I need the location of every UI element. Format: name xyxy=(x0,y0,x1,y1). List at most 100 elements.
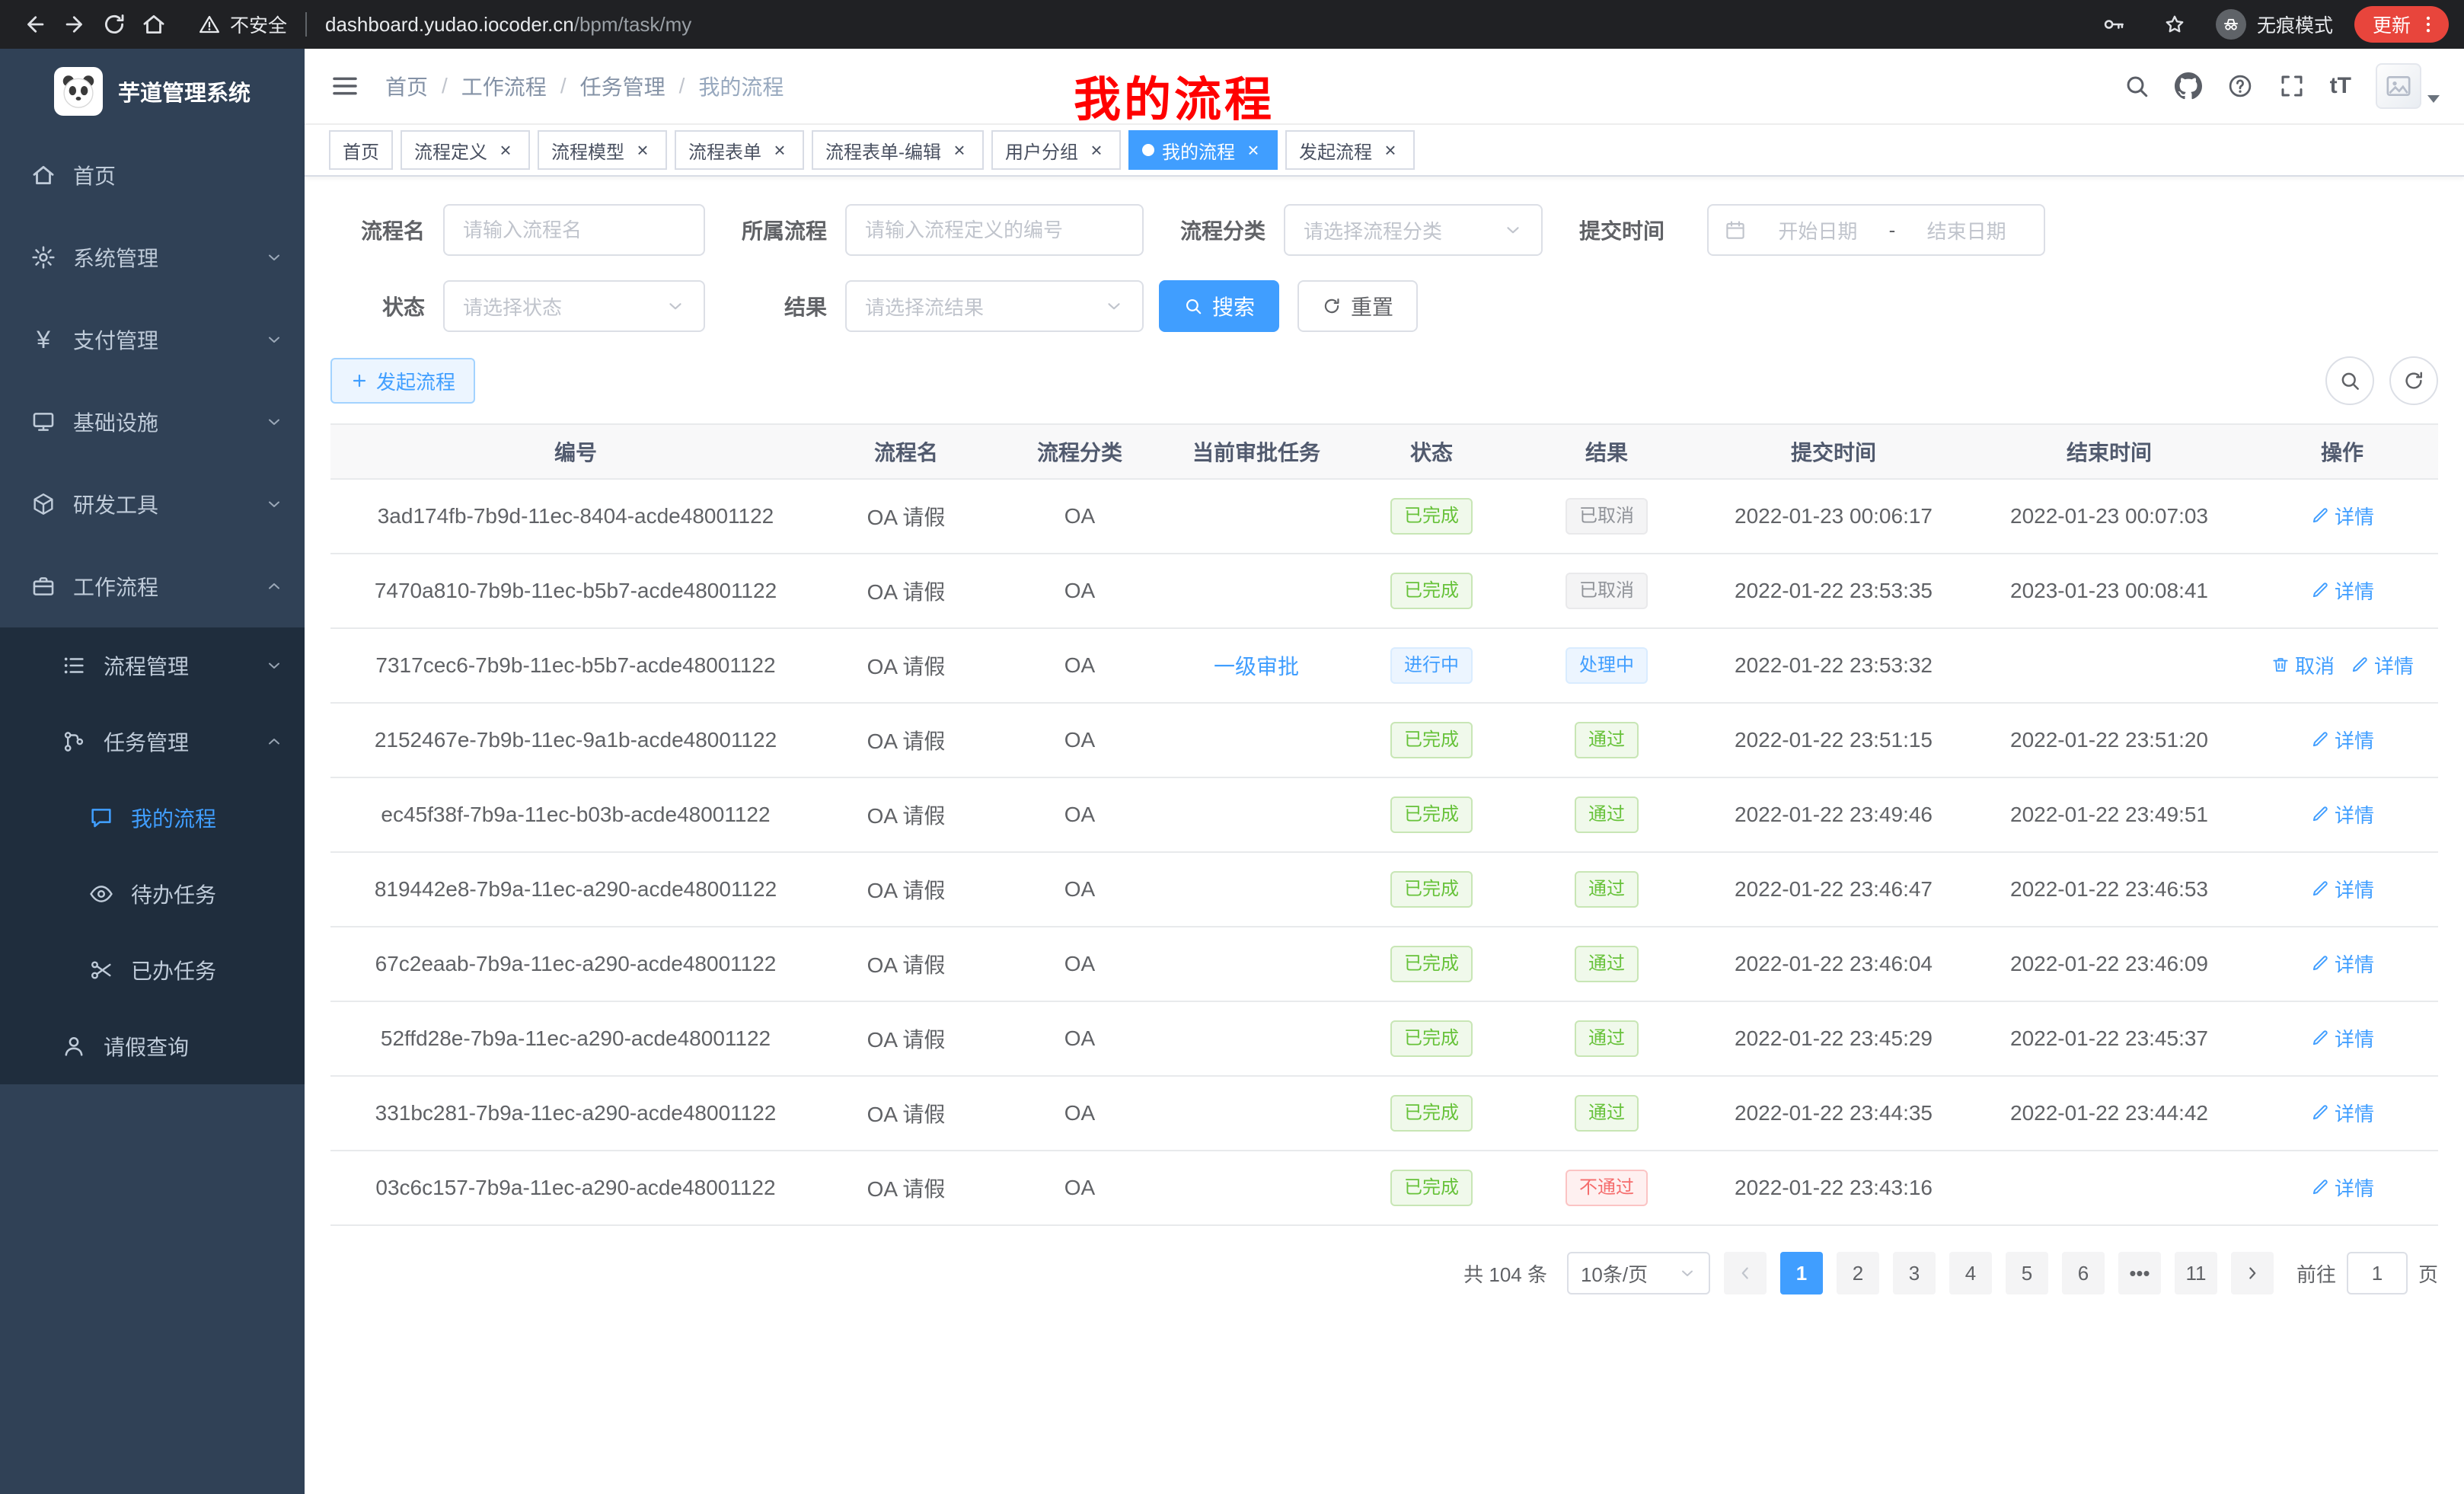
page-button-5[interactable]: 5 xyxy=(2006,1252,2048,1294)
sidebar-item-process-mgmt[interactable]: 流程管理 xyxy=(0,627,305,704)
page-button-1[interactable]: 1 xyxy=(1780,1252,1823,1294)
next-page-button[interactable] xyxy=(2231,1252,2274,1294)
font-size-icon[interactable]: tT xyxy=(2330,73,2351,99)
process-name-cell: OA 请假 xyxy=(821,1151,991,1225)
sidebar-item-devtools[interactable]: 研发工具 xyxy=(0,463,305,545)
pagination-ellipsis[interactable]: ••• xyxy=(2118,1252,2161,1294)
action-取消[interactable]: 取消 xyxy=(2271,651,2335,679)
tab-首页[interactable]: 首页 xyxy=(329,130,393,170)
sidebar-item-home[interactable]: 首页 xyxy=(0,134,305,216)
user-avatar[interactable] xyxy=(2376,63,2440,109)
action-详情[interactable]: 详情 xyxy=(2310,950,2374,978)
sidebar-item-label: 我的流程 xyxy=(131,803,216,833)
tab-流程表单-编辑[interactable]: 流程表单-编辑× xyxy=(812,130,984,170)
page-button-2[interactable]: 2 xyxy=(1837,1252,1879,1294)
process-name-cell: OA 请假 xyxy=(821,777,991,852)
address-bar[interactable]: dashboard.yudao.iocoder.cn/bpm/task/my xyxy=(325,13,691,37)
process-name-input[interactable] xyxy=(443,204,705,256)
sidebar-item-workflow[interactable]: 工作流程 xyxy=(0,545,305,627)
close-icon[interactable]: × xyxy=(495,139,516,161)
sidebar-item-system[interactable]: 系统管理 xyxy=(0,216,305,298)
action-label: 详情 xyxy=(2335,576,2374,605)
password-key-icon[interactable] xyxy=(2094,5,2134,44)
search-icon[interactable] xyxy=(2123,72,2150,100)
breadcrumb-item[interactable]: 工作流程 xyxy=(461,71,547,101)
sidebar-item-task-mgmt[interactable]: 任务管理 xyxy=(0,704,305,780)
close-icon[interactable]: × xyxy=(1086,139,1107,161)
goto-page-input[interactable] xyxy=(2347,1252,2408,1294)
submit-time-range[interactable]: 开始日期 - 结束日期 xyxy=(1707,204,2045,256)
page-button-11[interactable]: 11 xyxy=(2175,1252,2217,1294)
close-icon[interactable]: × xyxy=(1243,139,1264,161)
action-详情[interactable]: 详情 xyxy=(2310,726,2374,754)
result-badge: 通过 xyxy=(1575,946,1639,982)
hamburger-icon[interactable] xyxy=(329,70,361,102)
tab-流程表单[interactable]: 流程表单× xyxy=(675,130,804,170)
tab-发起流程[interactable]: 发起流程× xyxy=(1285,130,1415,170)
sidebar-item-todo-tasks[interactable]: 待办任务 xyxy=(0,856,305,932)
search-button[interactable]: 搜索 xyxy=(1159,280,1279,332)
submit-time-cell: 2022-01-22 23:43:16 xyxy=(1695,1151,1972,1225)
sidebar-item-leave-query[interactable]: 请假查询 xyxy=(0,1008,305,1084)
help-icon[interactable] xyxy=(2226,72,2254,100)
reload-icon[interactable] xyxy=(94,5,134,44)
forward-icon[interactable] xyxy=(55,5,94,44)
sidebar-item-my-process[interactable]: 我的流程 xyxy=(0,780,305,856)
breadcrumb-item[interactable]: 首页 xyxy=(385,71,428,101)
toggle-search-button[interactable] xyxy=(2325,356,2374,405)
page-button-4[interactable]: 4 xyxy=(1949,1252,1992,1294)
reset-button[interactable]: 重置 xyxy=(1297,280,1418,332)
action-详情[interactable]: 详情 xyxy=(2310,1024,2374,1052)
process-id-cell: 03c6c157-7b9a-11ec-a290-acde48001122 xyxy=(330,1151,821,1225)
sidebar-item-label: 流程管理 xyxy=(104,650,189,681)
action-详情[interactable]: 详情 xyxy=(2350,651,2414,679)
bookmark-star-icon[interactable] xyxy=(2155,5,2194,44)
tab-我的流程[interactable]: 我的流程× xyxy=(1128,130,1278,170)
task-link[interactable]: 一级审批 xyxy=(1214,655,1299,678)
refresh-table-button[interactable] xyxy=(2389,356,2438,405)
close-icon[interactable]: × xyxy=(949,139,970,161)
page-button-3[interactable]: 3 xyxy=(1893,1252,1936,1294)
home-icon[interactable] xyxy=(134,5,174,44)
page-size-select[interactable]: 10条/页 xyxy=(1567,1252,1710,1294)
process-def-input[interactable] xyxy=(845,204,1144,256)
column-header: 当前审批任务 xyxy=(1168,424,1345,479)
action-详情[interactable]: 详情 xyxy=(2310,875,2374,903)
close-icon[interactable]: × xyxy=(769,139,790,161)
chevron-left-icon xyxy=(1735,1263,1755,1283)
github-icon[interactable] xyxy=(2175,72,2202,100)
content: 流程名 所属流程 流程分类 请选择流程分类 提交时间 开始日期 - 结束日期 xyxy=(305,177,2464,1494)
create-process-button[interactable]: 发起流程 xyxy=(330,358,475,404)
breadcrumb-item[interactable]: 任务管理 xyxy=(580,71,665,101)
sidebar-item-payment[interactable]: ¥支付管理 xyxy=(0,298,305,381)
tab-流程定义[interactable]: 流程定义× xyxy=(401,130,530,170)
close-icon[interactable]: × xyxy=(632,139,653,161)
page-button-6[interactable]: 6 xyxy=(2062,1252,2105,1294)
tab-用户分组[interactable]: 用户分组× xyxy=(991,130,1121,170)
action-详情[interactable]: 详情 xyxy=(2310,1099,2374,1127)
end-time-cell xyxy=(1972,1151,2246,1225)
tab-流程模型[interactable]: 流程模型× xyxy=(538,130,667,170)
action-详情[interactable]: 详情 xyxy=(2310,800,2374,828)
update-button[interactable]: 更新 xyxy=(2354,6,2449,43)
briefcase-icon xyxy=(30,573,56,599)
process-name-cell: OA 请假 xyxy=(821,628,991,703)
action-详情[interactable]: 详情 xyxy=(2310,576,2374,605)
status-badge: 已完成 xyxy=(1390,573,1473,609)
sidebar-item-done-tasks[interactable]: 已办任务 xyxy=(0,932,305,1008)
fullscreen-icon[interactable] xyxy=(2278,72,2306,100)
chevron-down-icon xyxy=(1503,220,1523,240)
action-详情[interactable]: 详情 xyxy=(2310,1173,2374,1202)
close-icon[interactable]: × xyxy=(1380,139,1401,161)
status-select[interactable]: 请选择状态 xyxy=(443,280,705,332)
sidebar-item-infra[interactable]: 基础设施 xyxy=(0,381,305,463)
result-select[interactable]: 请选择流结果 xyxy=(845,280,1144,332)
back-icon[interactable] xyxy=(15,5,55,44)
security-chip[interactable]: 不安全 xyxy=(198,11,287,38)
filter-label-process-def: 所属流程 xyxy=(739,215,827,245)
action-详情[interactable]: 详情 xyxy=(2310,502,2374,530)
category-select[interactable]: 请选择流程分类 xyxy=(1284,204,1543,256)
browser-chrome: 不安全 dashboard.yudao.iocoder.cn/bpm/task/… xyxy=(0,0,2464,49)
app-logo[interactable]: 芋道管理系统 xyxy=(0,49,305,134)
prev-page-button[interactable] xyxy=(1724,1252,1767,1294)
